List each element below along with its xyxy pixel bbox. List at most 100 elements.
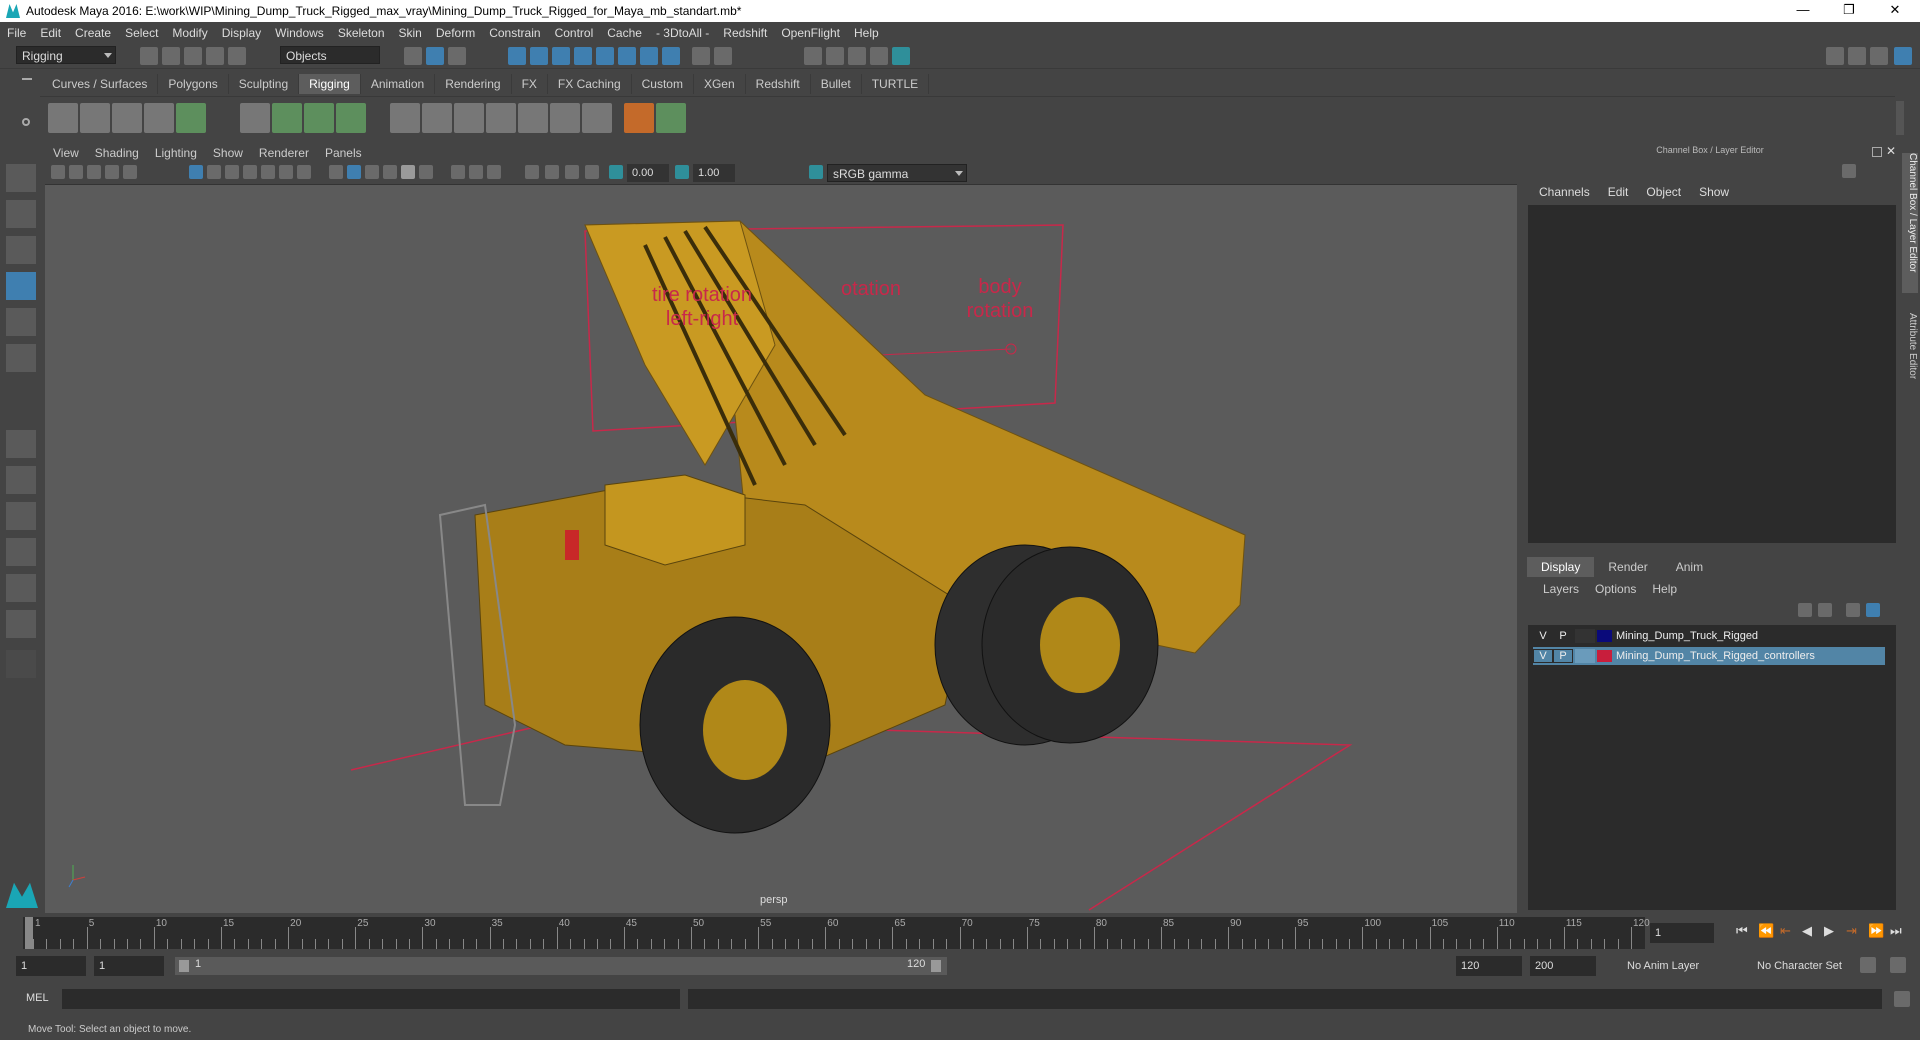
geometry-constraint-icon[interactable]: [582, 103, 612, 133]
redo-icon[interactable]: [228, 47, 246, 65]
script-editor-icon[interactable]: [1894, 991, 1910, 1007]
viewport-menu-shading[interactable]: Shading: [87, 146, 147, 160]
render-view-icon[interactable]: [804, 47, 822, 65]
parent-constraint-icon[interactable]: [518, 103, 548, 133]
menu-select[interactable]: Select: [118, 26, 165, 40]
current-frame-marker[interactable]: [25, 917, 33, 949]
shelf-tab-bullet[interactable]: Bullet: [810, 74, 862, 94]
lattice-icon[interactable]: [304, 103, 334, 133]
rotate-tool-icon[interactable]: [6, 308, 36, 336]
bind-skin-icon[interactable]: [240, 103, 270, 133]
layer-color-swatch[interactable]: [1597, 630, 1612, 642]
layer-playback-toggle[interactable]: P: [1553, 649, 1573, 663]
mel-label[interactable]: MEL: [26, 992, 49, 1004]
go-to-end-icon[interactable]: ⏭: [1890, 923, 1902, 939]
shelf-tab-redshift[interactable]: Redshift: [745, 74, 811, 94]
locator-icon[interactable]: [624, 103, 654, 133]
step-forward-key-icon[interactable]: ⏩: [1868, 923, 1884, 939]
menu-redshift[interactable]: Redshift: [716, 26, 774, 40]
animation-prefs-icon[interactable]: [1890, 957, 1906, 973]
layer-menu-options[interactable]: Options: [1587, 582, 1644, 596]
xray-icon[interactable]: [545, 165, 559, 179]
anti-aliasing-icon[interactable]: [487, 165, 501, 179]
viewport-3d-scene[interactable]: tire rotation left-right otation body ro…: [45, 185, 1517, 913]
range-end-handle[interactable]: [931, 960, 941, 972]
grid-toggle-icon[interactable]: [189, 165, 203, 179]
2d-pan-zoom-icon[interactable]: [123, 165, 137, 179]
ambient-occlusion-icon[interactable]: [451, 165, 465, 179]
close-button[interactable]: ✕: [1872, 0, 1918, 22]
select-object-icon[interactable]: [426, 47, 444, 65]
custom-layout-icon[interactable]: [6, 650, 36, 678]
smooth-bind-icon[interactable]: [272, 103, 302, 133]
attribute-editor-toggle-icon[interactable]: [1848, 47, 1866, 65]
layer-menu-layers[interactable]: Layers: [1535, 582, 1587, 596]
undo-icon[interactable]: [206, 47, 224, 65]
viewport-menu-panels[interactable]: Panels: [317, 146, 370, 160]
viewport-menu-show[interactable]: Show: [205, 146, 251, 160]
shelf-tab-fx-caching[interactable]: FX Caching: [547, 74, 632, 94]
isolate-select-icon[interactable]: [525, 165, 539, 179]
playback-start-field[interactable]: 1: [94, 956, 164, 976]
layer-display-type-toggle[interactable]: [1575, 629, 1595, 643]
layer-menu-help[interactable]: Help: [1644, 582, 1685, 596]
time-slider[interactable]: 1 5 10 15 20 25 30 35 40 45 50 55 60 65 70 75 80 85 90 95 10…: [23, 917, 1650, 949]
layer-playback-toggle[interactable]: P: [1553, 630, 1573, 642]
lasso-tool-icon[interactable]: [6, 200, 36, 228]
xray-components-icon[interactable]: [585, 165, 599, 179]
channel-box-menu-show[interactable]: Show: [1690, 185, 1738, 199]
menu-display[interactable]: Display: [215, 26, 268, 40]
menuset-dropdown[interactable]: Rigging: [16, 46, 116, 64]
playback-end-field[interactable]: 120: [1456, 956, 1522, 976]
field-chart-icon[interactable]: [261, 165, 275, 179]
gamma-icon[interactable]: [675, 165, 689, 179]
select-tool-icon[interactable]: [6, 164, 36, 192]
menu-control[interactable]: Control: [548, 26, 601, 40]
shelf-menu-icon[interactable]: [22, 78, 32, 80]
make-live-icon[interactable]: [618, 47, 636, 65]
scale-constraint-icon[interactable]: [486, 103, 516, 133]
film-gate-icon[interactable]: [207, 165, 221, 179]
bookmark-icon[interactable]: [87, 165, 101, 179]
menu-modify[interactable]: Modify: [165, 26, 214, 40]
viewport-menu-view[interactable]: View: [45, 146, 87, 160]
snap-projected-icon[interactable]: [574, 47, 592, 65]
move-tool-icon[interactable]: [6, 272, 36, 300]
shelf-tab-xgen[interactable]: XGen: [693, 74, 746, 94]
shelf-scroll-arrows[interactable]: [1896, 101, 1904, 135]
layer-visibility-toggle[interactable]: V: [1533, 630, 1553, 642]
exposure-field[interactable]: 0.00: [627, 164, 669, 182]
exposure-icon[interactable]: [609, 165, 623, 179]
motion-blur-icon[interactable]: [469, 165, 483, 179]
layer-tab-anim[interactable]: Anim: [1662, 557, 1717, 577]
selection-mode-dropdown[interactable]: Objects: [280, 46, 380, 64]
ik-spline-icon[interactable]: [112, 103, 142, 133]
restore-button[interactable]: ❐: [1826, 0, 1872, 22]
layer-tab-render[interactable]: Render: [1594, 557, 1661, 577]
paint-select-tool-icon[interactable]: [6, 236, 36, 264]
four-view-layout-icon[interactable]: [6, 466, 36, 494]
camera-attributes-icon[interactable]: [69, 165, 83, 179]
menu-windows[interactable]: Windows: [268, 26, 331, 40]
modeling-toolkit-icon[interactable]: [1826, 47, 1844, 65]
persp-graph-layout-icon[interactable]: [6, 538, 36, 566]
menu-help[interactable]: Help: [847, 26, 886, 40]
freeze-transform-icon[interactable]: [656, 103, 686, 133]
aim-constraint-icon[interactable]: [422, 103, 452, 133]
menu-file[interactable]: File: [0, 26, 33, 40]
play-forwards-icon[interactable]: ▶: [1824, 923, 1834, 939]
resolution-gate-icon[interactable]: [225, 165, 239, 179]
menu-skin[interactable]: Skin: [392, 26, 429, 40]
shelf-tab-turtle[interactable]: TURTLE: [861, 74, 930, 94]
textured-icon[interactable]: [383, 165, 397, 179]
colorspace-dropdown[interactable]: sRGB gamma: [827, 164, 967, 182]
snap-grid-icon[interactable]: [508, 47, 526, 65]
snap-view-plane-icon[interactable]: [596, 47, 614, 65]
menu-edit[interactable]: Edit: [33, 26, 68, 40]
shelf-tab-animation[interactable]: Animation: [360, 74, 436, 94]
shelf-tab-fx[interactable]: FX: [511, 74, 548, 94]
play-backwards-icon[interactable]: ◀: [1802, 923, 1812, 939]
joint-tool-icon[interactable]: [48, 103, 78, 133]
mirror-joint-icon[interactable]: [144, 103, 174, 133]
layer-row-mining-dump-truck-rigged[interactable]: V P Mining_Dump_Truck_Rigged: [1533, 627, 1885, 645]
